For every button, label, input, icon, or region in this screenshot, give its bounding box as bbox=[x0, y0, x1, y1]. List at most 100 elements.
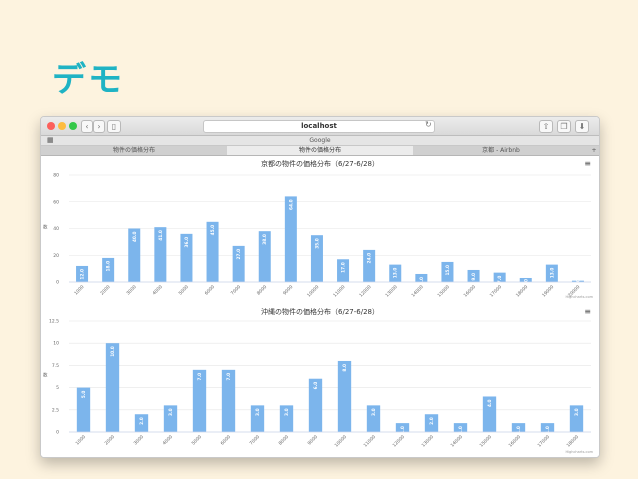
data-label: 24.0 bbox=[367, 253, 373, 264]
minimize-window-button[interactable] bbox=[58, 122, 66, 130]
bookmarks-bar: ▦ Google bbox=[41, 136, 599, 146]
okinawa-price-chart: 沖縄の物件の価格分布（6/27-6/28） ≡ 0 2.5 5 7.5 10 12.5 数 5… bbox=[41, 304, 599, 457]
data-label: 13.0 bbox=[393, 268, 399, 279]
share-button[interactable]: ⇧ bbox=[539, 120, 553, 133]
y-tick-label: 40 bbox=[53, 226, 59, 232]
x-tick-label: 10000 bbox=[306, 284, 320, 298]
data-label: 4.0 bbox=[487, 399, 493, 407]
data-label: 9.0 bbox=[471, 273, 477, 281]
grid-icon[interactable]: ▦ bbox=[47, 136, 54, 145]
sidebar-button[interactable]: ▯ bbox=[107, 120, 121, 133]
x-tick-label: 12000 bbox=[358, 284, 372, 298]
download-icon: ⬇ bbox=[578, 122, 586, 131]
url-text: localhost bbox=[301, 122, 337, 130]
data-label: 3.0 bbox=[168, 408, 174, 416]
data-label: 3.0 bbox=[255, 408, 261, 416]
data-label: 8.0 bbox=[342, 364, 348, 372]
chart-credit[interactable]: Highcharts.com bbox=[565, 450, 593, 454]
y-tick-label: 80 bbox=[53, 173, 59, 179]
x-tick-label: 13000 bbox=[384, 284, 398, 298]
slide-title: デモ bbox=[52, 60, 124, 100]
x-tick-label: 18000 bbox=[566, 434, 580, 448]
data-label: 10.0 bbox=[110, 346, 116, 357]
x-tick-label: 7000 bbox=[249, 434, 261, 446]
tabs-icon: ❐ bbox=[560, 122, 568, 131]
x-tick-label: 8000 bbox=[278, 434, 290, 446]
x-tick-label: 6000 bbox=[204, 284, 216, 296]
x-tick-label: 11000 bbox=[363, 434, 377, 448]
data-label: 1.0 bbox=[458, 426, 464, 434]
x-tick-label: 1000 bbox=[73, 284, 85, 296]
x-tick-label: 15000 bbox=[479, 434, 493, 448]
new-tab-button[interactable]: + bbox=[589, 146, 599, 155]
data-label: 17.0 bbox=[341, 262, 347, 273]
x-tick-label: 13000 bbox=[421, 434, 435, 448]
data-label: 5.0 bbox=[81, 391, 87, 399]
data-label: 2.0 bbox=[429, 417, 435, 425]
bookmark-google[interactable]: Google bbox=[309, 137, 330, 144]
y-tick-label: 2.5 bbox=[52, 407, 59, 413]
address-bar[interactable]: localhost bbox=[203, 120, 435, 133]
download-button[interactable]: ⬇ bbox=[575, 120, 589, 133]
x-tick-label: 3000 bbox=[125, 284, 137, 296]
data-label: 27.0 bbox=[236, 249, 242, 260]
data-label: 12.0 bbox=[80, 269, 86, 280]
data-label: 38.0 bbox=[262, 234, 268, 245]
maximize-window-button[interactable] bbox=[69, 122, 77, 130]
y-tick-label: 20 bbox=[53, 253, 59, 259]
reload-icon[interactable]: ↻ bbox=[425, 120, 432, 129]
data-label: 15.0 bbox=[445, 265, 451, 276]
y-tick-label: 7.5 bbox=[52, 363, 59, 369]
data-label: 36.0 bbox=[184, 237, 190, 248]
x-tick-label: 2000 bbox=[99, 284, 111, 296]
tab-kyoto-airbnb[interactable]: 京都 - Airbnb bbox=[413, 146, 589, 155]
x-tick-label: 12000 bbox=[392, 434, 406, 448]
y-tick-label: 12.5 bbox=[49, 319, 59, 325]
page-content: 京都の物件の価格分布（6/27-6/28） ≡ 0 20 40 60 80 数 12.0 10… bbox=[41, 156, 599, 457]
share-icon: ⇧ bbox=[542, 122, 550, 131]
data-label: 7.0 bbox=[197, 373, 203, 381]
data-label: 45.0 bbox=[210, 225, 216, 236]
x-tick-label: 4000 bbox=[151, 284, 163, 296]
data-label: 6.0 bbox=[313, 382, 319, 390]
x-tick-label: 19000 bbox=[541, 284, 555, 298]
browser-toolbar: ‹ › ▯ localhost ↻ ⇧ ❐ ⬇ bbox=[41, 117, 599, 136]
data-label: 1.0 bbox=[516, 426, 522, 434]
tabs-overview-button[interactable]: ❐ bbox=[557, 120, 571, 133]
data-label: 40.0 bbox=[132, 231, 138, 242]
y-axis-label: 数 bbox=[43, 372, 48, 379]
tab-price-distribution-1[interactable]: 物件の価格分布 bbox=[41, 146, 227, 155]
tab-price-distribution-2[interactable]: 物件の価格分布 bbox=[227, 146, 413, 155]
chart-canvas: 0 2.5 5 7.5 10 12.5 数 5.0 1000 10.0 2000 2.0 3000 3.0… bbox=[43, 319, 591, 449]
x-tick-label: 4000 bbox=[162, 434, 174, 446]
x-tick-label: 7000 bbox=[230, 284, 242, 296]
x-tick-label: 6000 bbox=[220, 434, 232, 446]
x-tick-label: 16000 bbox=[508, 434, 522, 448]
back-button[interactable]: ‹ bbox=[81, 120, 93, 133]
x-tick-label: 17000 bbox=[489, 284, 503, 298]
x-tick-label: 16000 bbox=[463, 284, 477, 298]
x-tick-label: 15000 bbox=[436, 284, 450, 298]
y-axis-label: 数 bbox=[43, 224, 48, 231]
data-label: 1.0 bbox=[400, 426, 406, 434]
x-tick-label: 10000 bbox=[334, 434, 348, 448]
y-tick-label: 60 bbox=[53, 199, 59, 205]
y-tick-label: 0 bbox=[56, 280, 59, 286]
data-label: 7.0 bbox=[226, 373, 232, 381]
x-tick-label: 1000 bbox=[75, 434, 87, 446]
x-tick-label: 14000 bbox=[410, 284, 424, 298]
x-tick-label: 14000 bbox=[450, 434, 464, 448]
data-label: 35.0 bbox=[314, 238, 320, 249]
chart-credit[interactable]: Highcharts.com bbox=[565, 295, 593, 299]
x-tick-label: 9000 bbox=[307, 434, 319, 446]
close-window-button[interactable] bbox=[47, 122, 55, 130]
data-label: 3.0 bbox=[371, 408, 377, 416]
browser-window: ‹ › ▯ localhost ↻ ⇧ ❐ ⬇ ▦ Google 物件の価格分布… bbox=[40, 116, 600, 458]
chevron-left-icon: ‹ bbox=[85, 122, 89, 131]
x-tick-label: 17000 bbox=[537, 434, 551, 448]
forward-button[interactable]: › bbox=[93, 120, 105, 133]
data-label: 64.0 bbox=[288, 199, 294, 210]
y-tick-label: 10 bbox=[53, 341, 59, 347]
data-label: 18.0 bbox=[106, 261, 112, 272]
x-tick-label: 9000 bbox=[282, 284, 294, 296]
